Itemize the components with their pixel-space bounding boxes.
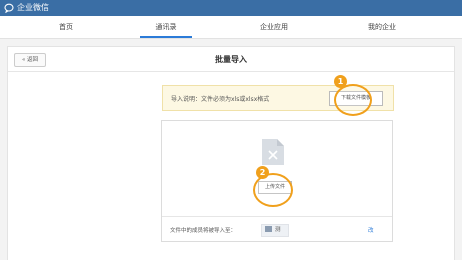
tab-home[interactable]: 首页	[44, 16, 88, 38]
modify-link[interactable]: 改	[368, 226, 374, 234]
notice-text: 导入说明：文件必须为xls或xlsx格式	[171, 96, 270, 103]
tab-contacts[interactable]: 通讯录	[140, 16, 192, 38]
upload-footer: 文件中的成员将被导入至： 测 改	[162, 216, 392, 242]
panel-header: « 返回 批量导入	[8, 47, 454, 72]
folder-icon	[265, 226, 272, 232]
tab-my-enterprise[interactable]: 我的企业	[356, 16, 408, 38]
top-nav: 首页 通讯录 企业应用 我的企业	[0, 16, 462, 39]
step-badge-1: 1	[334, 75, 347, 88]
import-target-label: 文件中的成员将被导入至：	[170, 228, 237, 234]
import-panel: « 返回 批量导入 导入说明：文件必须为xls或xlsx格式 下载文件模板 上传…	[7, 46, 455, 260]
step-badge-2: 2	[256, 166, 269, 179]
wecom-logo-icon	[4, 3, 14, 13]
file-x-icon	[262, 139, 284, 165]
app-title: 企业微信	[17, 3, 49, 12]
department-name: 测	[275, 227, 281, 233]
tab-enterprise-apps[interactable]: 企业应用	[248, 16, 300, 38]
highlight-ring-1	[334, 84, 372, 116]
app-titlebar: 企业微信	[0, 0, 462, 16]
department-chip[interactable]: 测	[261, 224, 289, 237]
page-title: 批量导入	[215, 55, 247, 64]
